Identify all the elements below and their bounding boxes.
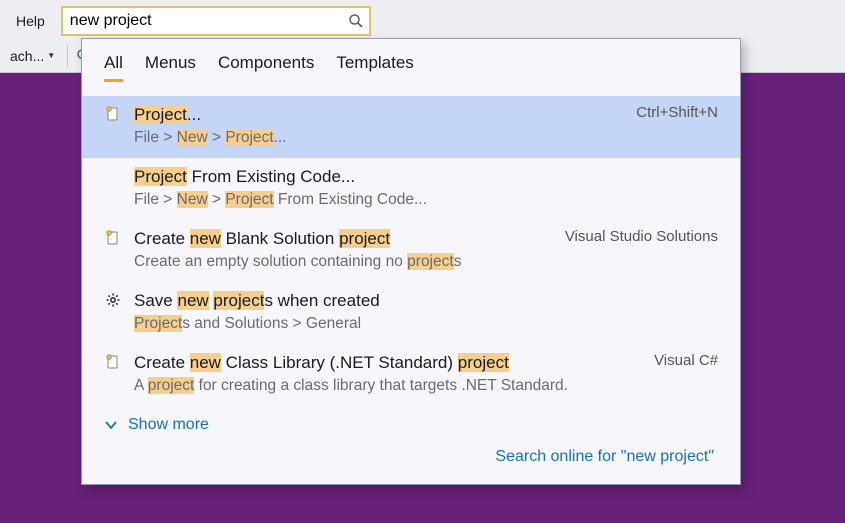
- result-title: Create new Class Library (.NET Standard)…: [134, 352, 628, 374]
- result-item[interactable]: Project...File > New > Project... Ctrl+Sh…: [82, 96, 740, 158]
- result-body: Save new projects when createdProjects a…: [134, 290, 718, 334]
- results-list: Project...File > New > Project... Ctrl+Sh…: [82, 90, 740, 406]
- menubar: Help: [0, 0, 845, 39]
- result-right-label: Ctrl+Shift+N: [622, 104, 718, 121]
- search-online-link[interactable]: Search online for "new project": [82, 438, 740, 472]
- result-item[interactable]: Create new Blank Solution projectCreate …: [82, 220, 740, 282]
- tab-templates[interactable]: Templates: [336, 53, 413, 82]
- chevron-down-icon: [104, 418, 118, 432]
- result-path: File > New > Project...: [134, 128, 610, 148]
- result-path: Create an empty solution containing no p…: [134, 252, 539, 272]
- tab-components[interactable]: Components: [218, 53, 314, 82]
- result-item[interactable]: Save new projects when createdProjects a…: [82, 282, 740, 344]
- result-body: Project From Existing Code...File > New …: [134, 166, 718, 210]
- doc-icon: [104, 230, 122, 246]
- result-body: Project...File > New > Project...: [134, 104, 610, 148]
- show-more-link[interactable]: Show more: [82, 406, 740, 438]
- result-item[interactable]: Project From Existing Code...File > New …: [82, 158, 740, 220]
- result-title: Project From Existing Code...: [134, 166, 718, 188]
- result-path: File > New > Project From Existing Code.…: [134, 190, 718, 210]
- result-tabs: All Menus Components Templates: [82, 39, 740, 90]
- result-body: Create new Class Library (.NET Standard)…: [134, 352, 628, 396]
- gear-icon: [104, 292, 122, 308]
- result-item[interactable]: Create new Class Library (.NET Standard)…: [82, 344, 740, 406]
- result-title: Save new projects when created: [134, 290, 718, 312]
- result-path: A project for creating a class library t…: [134, 376, 628, 396]
- search-results-popup: AllMenusComponentsTemplates Project...Fi…: [81, 38, 741, 485]
- dropdown-icon: ▼: [47, 51, 55, 60]
- toolbar-attach-fragment[interactable]: ach... ▼: [6, 46, 59, 66]
- result-title: Create new Blank Solution project: [134, 228, 539, 250]
- menu-help[interactable]: Help: [6, 9, 55, 33]
- toolbar-divider: [67, 45, 68, 67]
- tab-menus[interactable]: Menus: [145, 53, 196, 82]
- result-right-label: Visual C#: [640, 352, 718, 369]
- result-right-label: Visual Studio Solutions: [551, 228, 718, 245]
- tab-all[interactable]: All: [104, 53, 123, 82]
- search-icon[interactable]: [348, 13, 364, 29]
- result-body: Create new Blank Solution projectCreate …: [134, 228, 539, 272]
- doc-icon: [104, 106, 122, 122]
- result-title: Project...: [134, 104, 610, 126]
- quick-launch-search[interactable]: [61, 6, 371, 36]
- doc-icon: [104, 354, 122, 370]
- result-path: Projects and Solutions > General: [134, 314, 718, 334]
- search-input[interactable]: [68, 10, 348, 32]
